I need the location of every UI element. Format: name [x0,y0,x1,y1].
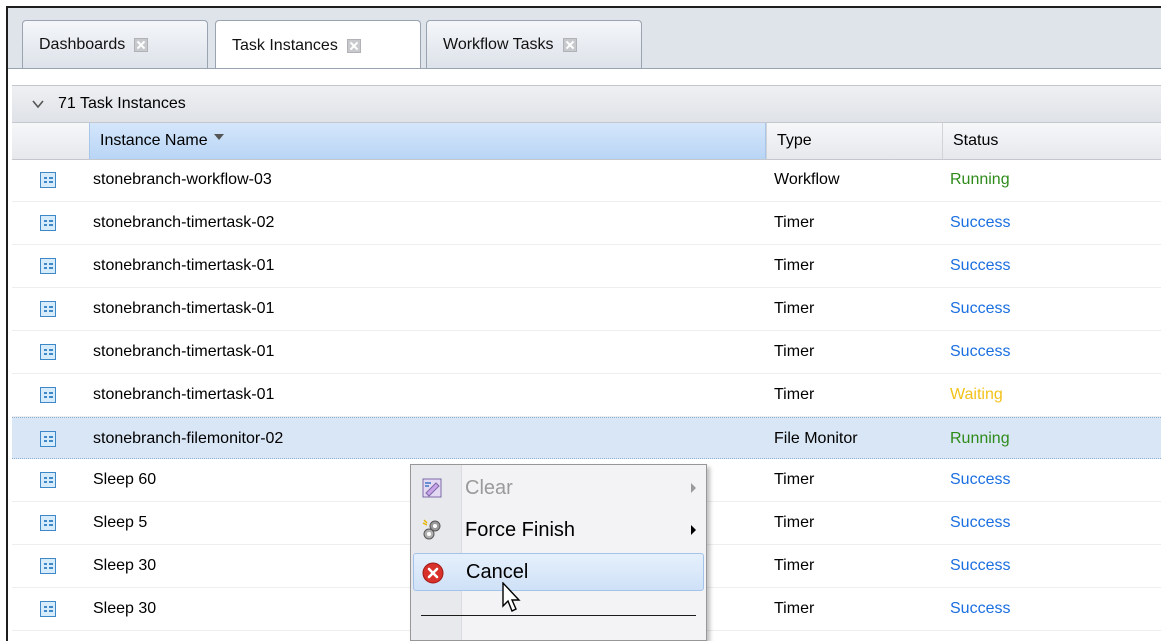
mouse-pointer-icon [502,582,521,612]
window-frame: Dashboards Task Instances Workflow Tasks… [6,6,1161,641]
menu-item-force-finish[interactable]: Force Finish [413,511,704,549]
instance-name-cell: stonebranch-timertask-01 [93,386,275,403]
row-icon-cell [40,588,56,630]
table-row[interactable]: stonebranch-filemonitor-02 File Monitor Ru… [12,417,1161,459]
instance-name-cell: Sleep 5 [93,514,148,531]
type-cell: Timer [774,600,815,617]
menu-item-cancel[interactable]: Cancel [413,553,704,591]
instance-name-cell: Sleep 30 [93,600,157,617]
status-cell: Success [950,300,1011,317]
task-instance-icon [40,344,56,360]
table-row[interactable]: stonebranch-workflow-03 Workflow Running [12,159,1161,202]
table-row[interactable]: stonebranch-timertask-01 Timer Success [12,245,1161,288]
tab-label: Workflow Tasks [443,35,554,53]
status-cell: Waiting [950,386,1003,403]
status-cell: Success [950,514,1011,531]
tab-dashboards[interactable]: Dashboards [22,20,208,68]
instance-name-cell: stonebranch-timertask-01 [93,257,275,274]
menu-separator [421,615,696,616]
table-row[interactable]: stonebranch-timertask-01 Timer Success [12,331,1161,374]
table-row[interactable]: stonebranch-timertask-01 Timer Success [12,288,1161,331]
row-icon-cell [40,418,56,460]
column-header-label: Type [777,132,812,149]
type-cell: Timer [774,343,815,360]
close-icon[interactable] [346,38,361,53]
instance-name-cell: stonebranch-workflow-03 [93,171,272,188]
chevron-down-icon[interactable] [32,98,44,110]
row-icon-cell [40,331,56,373]
status-cell: Success [950,471,1011,488]
table-row[interactable]: stonebranch-timertask-02 Timer Success [12,202,1161,245]
close-icon[interactable] [562,37,577,52]
column-header-row: Instance Name Type Status [12,123,1161,160]
instance-name-cell: stonebranch-filemonitor-02 [93,430,284,447]
tab-strip: Dashboards Task Instances Workflow Tasks [8,8,1161,70]
row-icon-cell [40,202,56,244]
instance-name-cell: Sleep 30 [93,557,157,574]
clear-icon [422,478,442,498]
group-header[interactable]: 71 Task Instances [12,85,1161,123]
menu-item-label: Force Finish [465,518,576,541]
task-instance-icon [40,472,56,488]
row-icon-cell [40,288,56,330]
type-cell: Timer [774,471,815,488]
tab-label: Dashboards [39,35,126,53]
type-cell: Timer [774,514,815,531]
row-icon-cell [40,159,56,201]
type-cell: Timer [774,386,815,403]
row-icon-cell [40,502,56,544]
column-header-label: Instance Name [100,132,208,149]
task-instance-icon [40,172,56,188]
column-header-status[interactable]: Status [942,123,1161,159]
type-cell: Timer [774,257,815,274]
row-icon-cell [40,245,56,287]
column-header-type[interactable]: Type [766,123,942,159]
status-cell: Success [950,343,1011,360]
menu-item-label: Clear [465,476,513,499]
type-cell: Timer [774,300,815,317]
column-header-icon [12,123,89,159]
tab-label: Task Instances [232,36,338,54]
status-cell: Success [950,557,1011,574]
close-icon[interactable] [134,37,149,52]
row-icon-cell [40,545,56,587]
task-instance-icon [40,301,56,317]
instance-name-cell: Sleep 60 [93,471,157,488]
column-header-instance-name[interactable]: Instance Name [89,123,766,159]
force-finish-icon [422,519,441,540]
instance-name-cell: stonebranch-timertask-01 [93,343,275,360]
row-icon-cell [40,459,56,501]
status-cell: Success [950,600,1011,617]
task-instance-icon [40,215,56,231]
tab-workflow-tasks[interactable]: Workflow Tasks [426,20,642,68]
submenu-arrow-icon [691,525,696,535]
instance-name-cell: stonebranch-timertask-02 [93,214,275,231]
menu-item-clear[interactable]: Clear [413,469,704,507]
type-cell: Timer [774,557,815,574]
type-cell: Workflow [774,171,840,188]
status-cell: Running [950,430,1010,447]
menu-item-label: Cancel [466,560,529,583]
task-instance-icon [40,515,56,531]
type-cell: File Monitor [774,430,858,447]
task-instance-icon [40,601,56,617]
group-title: 71 Task Instances [58,95,186,112]
instance-name-cell: stonebranch-timertask-01 [93,300,275,317]
task-instance-icon [40,431,56,447]
sort-descending-icon [213,134,224,140]
status-cell: Running [950,171,1010,188]
column-header-label: Status [953,132,999,149]
table-row[interactable]: stonebranch-timertask-01 Timer Waiting [12,374,1161,417]
type-cell: Timer [774,214,815,231]
tab-task-instances[interactable]: Task Instances [215,20,421,70]
task-instance-icon [40,558,56,574]
task-instance-icon [40,258,56,274]
status-cell: Success [950,214,1011,231]
row-icon-cell [40,374,56,416]
status-cell: Success [950,257,1011,274]
submenu-arrow-icon [691,483,696,493]
task-instance-icon [40,387,56,403]
context-menu: Clear Force Finish Cancel [410,464,707,641]
cancel-icon [422,562,444,584]
